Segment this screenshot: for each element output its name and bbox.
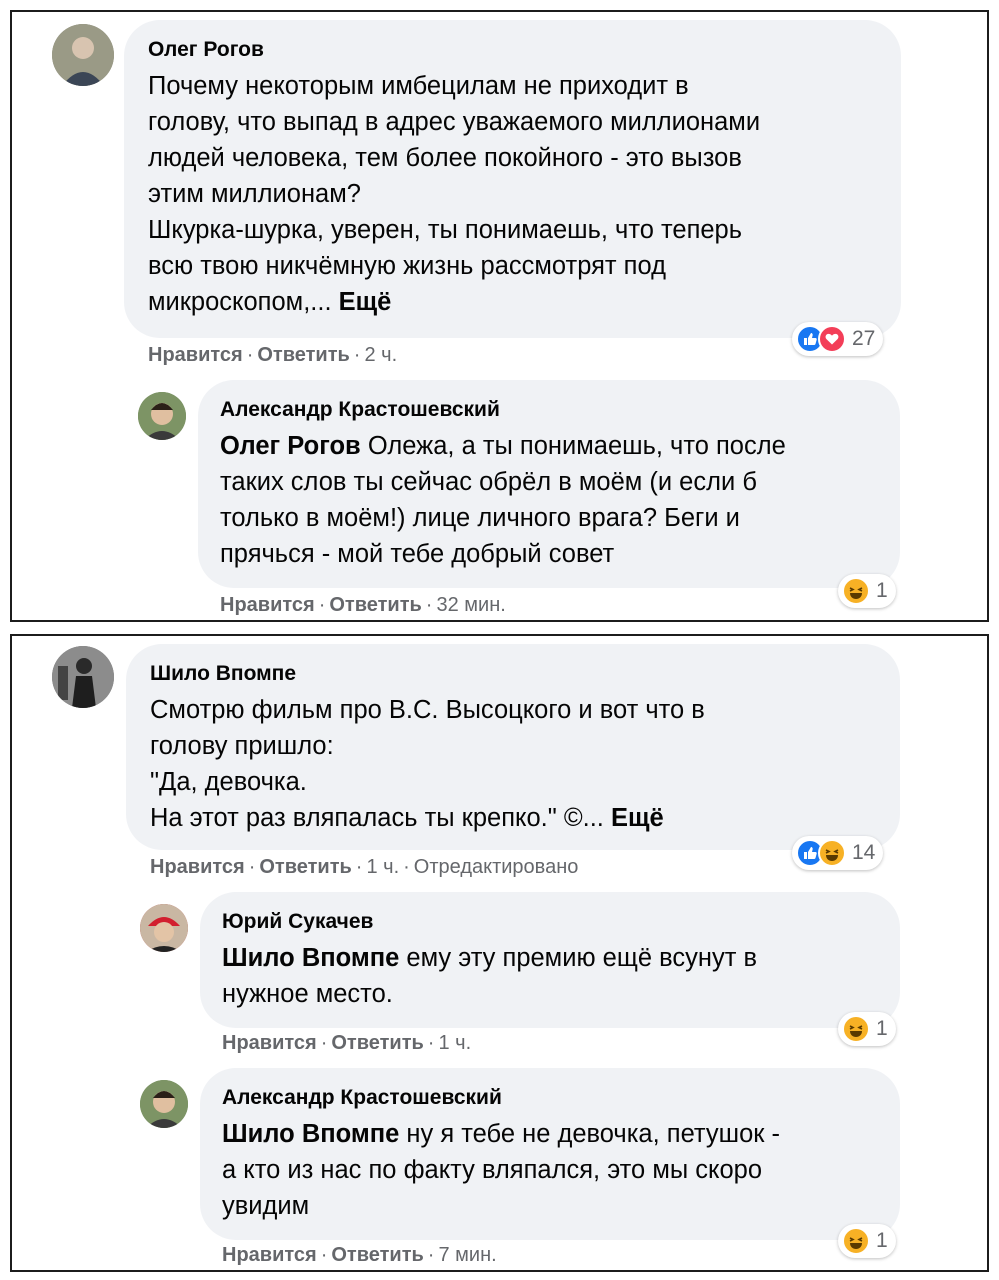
haha-icon [842,1227,870,1255]
avatar[interactable] [140,1080,188,1128]
reply-line: а кто из нас по факту вляпался, это мы с… [222,1156,763,1184]
reply-text: Олег Рогов Олежа, а ты понимаешь, что по… [220,428,786,572]
reply-button[interactable]: Ответить [331,1032,423,1054]
reply-button[interactable]: Ответить [257,344,349,366]
avatar[interactable] [52,24,114,86]
reply-author[interactable]: Юрий Сукачев [222,910,373,934]
reply-line: увидим [222,1192,310,1220]
reply-text: Шило Впомпе ему эту премию ещё всунут в … [222,940,757,1012]
comment-text: Смотрю фильм про В.С. Высоцкого и вот чт… [150,692,705,836]
comment-text: Почему некоторым имбецилам не приходит в… [148,68,760,320]
comment-line: На этот раз вляпалась ты крепко." ©... Е… [150,804,664,832]
avatar[interactable] [52,646,114,708]
reply-line: Олег Рогов Олежа, а ты понимаешь, что по… [220,432,786,460]
comment-thread-2: Шило Впомпе Смотрю фильм про В.С. Высоцк… [10,634,989,1272]
like-button[interactable]: Нравится [222,1244,317,1266]
reaction-summary[interactable]: 1 [838,574,896,608]
reply-author[interactable]: Александр Крастошевский [222,1086,502,1110]
mention-link[interactable]: Шило Впомпе [222,1120,399,1148]
comment-author[interactable]: Шило Впомпе [150,662,296,686]
see-more-link[interactable]: Ещё [611,804,664,832]
comment-line: Почему некоторым имбецилам не приходит в [148,72,689,100]
reply-timestamp[interactable]: 1 ч. [438,1032,471,1054]
reaction-count: 1 [876,1229,888,1252]
reaction-summary[interactable]: 1 [838,1012,896,1046]
reaction-count: 14 [852,841,876,864]
reaction-summary[interactable]: 1 [838,1224,896,1258]
avatar[interactable] [140,904,188,952]
reply-button[interactable]: Ответить [259,856,351,878]
reply-button[interactable]: Ответить [329,594,421,616]
like-button[interactable]: Нравится [150,856,245,878]
like-button[interactable]: Нравится [222,1032,317,1054]
mention-link[interactable]: Олег Рогов [220,432,361,460]
comment-timestamp[interactable]: 1 ч. [366,856,399,878]
comment-timestamp[interactable]: 2 ч. [364,344,397,366]
reply-line: прячься - мой тебе добрый совет [220,540,615,568]
comment-line: людей человека, тем более покойного - эт… [148,144,742,172]
comment-line: голову, что выпад в адрес уважаемого мил… [148,108,761,136]
haha-icon [842,1015,870,1043]
comment-actions: Нравится · Ответить · 2 ч. [148,344,398,366]
reaction-summary[interactable]: 27 [792,322,884,356]
avatar[interactable] [138,392,186,440]
mention-link[interactable]: Шило Впомпе [222,944,399,972]
like-button[interactable]: Нравится [148,344,243,366]
reply-text: Шило Впомпе ну я тебе не девочка, петушо… [222,1116,780,1224]
love-icon [818,325,846,353]
reaction-count: 27 [852,327,876,350]
comment-line: этим миллионам? [148,180,361,208]
comment-line: микроскопом,... Ещё [148,288,392,316]
like-button[interactable]: Нравится [220,594,315,616]
reply-line: Шило Впомпе ему эту премию ещё всунут в [222,944,758,972]
reply-button[interactable]: Ответить [331,1244,423,1266]
reaction-count: 1 [876,579,888,602]
comment-actions: Нравится · Ответить · 1 ч. · Отредактировано [150,856,579,878]
edited-label: Отредактировано [413,856,579,878]
haha-icon [842,577,870,605]
comment-line: Смотрю фильм про В.С. Высоцкого и вот чт… [150,696,705,724]
haha-icon [818,839,846,867]
reaction-summary[interactable]: 14 [792,836,884,870]
reaction-count: 1 [876,1017,888,1040]
reply-line: таких слов ты сейчас обрёл в моём (и есл… [220,468,757,496]
comment-thread-1: Олег Рогов Почему некоторым имбецилам не… [10,10,989,622]
reply-line: нужное место. [222,980,393,1008]
comment-line: "Да, девочка. [150,768,307,796]
reply-author[interactable]: Александр Крастошевский [220,398,500,422]
comment-line: всю твою никчёмную жизнь рассмотрят под [148,252,666,280]
comment-line: Шкурка-шурка, уверен, ты понимаешь, что … [148,216,743,244]
reply-timestamp[interactable]: 7 мин. [438,1244,496,1266]
reply-timestamp[interactable]: 32 мин. [436,594,505,616]
reply-actions: Нравится · Ответить · 7 мин. [222,1244,497,1266]
reply-actions: Нравится · Ответить · 1 ч. [222,1032,472,1054]
see-more-link[interactable]: Ещё [339,288,392,316]
reply-actions: Нравится · Ответить · 32 мин. [220,594,506,616]
reply-line: только в моём!) лице личного врага? Беги… [220,504,740,532]
comment-line: голову пришло: [150,732,334,760]
comment-author[interactable]: Олег Рогов [148,38,264,62]
reply-line: Шило Впомпе ну я тебе не девочка, петушо… [222,1120,780,1148]
